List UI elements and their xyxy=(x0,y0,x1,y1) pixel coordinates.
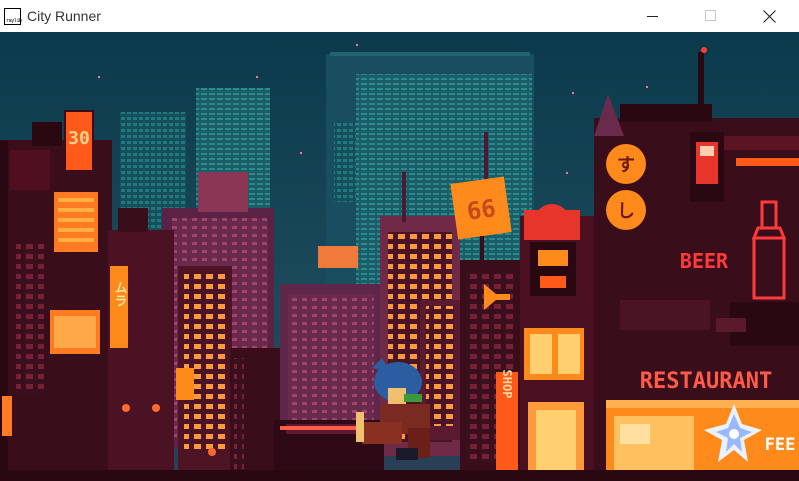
feed-sign-text: FEE xyxy=(765,435,796,455)
game-viewport[interactable]: 30 ムラ 66 SHOP す し BEER RESTAURANT FEE xyxy=(0,32,799,481)
app-icon-label: raylib xyxy=(6,18,22,24)
left-tower xyxy=(0,122,112,481)
title-bar[interactable]: raylib City Runner xyxy=(0,0,799,32)
window-title: City Runner xyxy=(27,8,101,24)
storefront: FEE xyxy=(606,400,799,481)
shop-sign-text: SHOP xyxy=(500,370,514,399)
raylib-icon: raylib xyxy=(4,8,22,25)
billboard-66-text: 66 xyxy=(465,194,498,226)
close-icon xyxy=(763,10,776,23)
street xyxy=(0,470,799,481)
maximize-icon xyxy=(705,10,716,21)
city-scene: 30 ムラ 66 SHOP す し BEER RESTAURANT FEE xyxy=(0,32,799,481)
game-window: raylib City Runner 30 ムラ 66 SHOP す し BEE… xyxy=(0,0,799,481)
minimize-button[interactable] xyxy=(624,0,682,32)
close-button[interactable] xyxy=(740,0,798,32)
lantern-top-text: す xyxy=(617,155,635,176)
neon-tower xyxy=(520,204,600,481)
maximize-button[interactable] xyxy=(682,0,740,32)
restaurant-sign-text: RESTAURANT xyxy=(640,369,772,394)
minimize-icon xyxy=(647,16,658,17)
lantern-bottom-text: し xyxy=(617,201,635,222)
beer-sign-text: BEER xyxy=(680,249,729,273)
tower-sign-30: 30 xyxy=(64,110,94,172)
vertical-sign-text: ムラ xyxy=(112,281,128,307)
restaurant-sign: RESTAURANT xyxy=(640,369,772,394)
tower-sign-30-text: 30 xyxy=(68,128,90,149)
